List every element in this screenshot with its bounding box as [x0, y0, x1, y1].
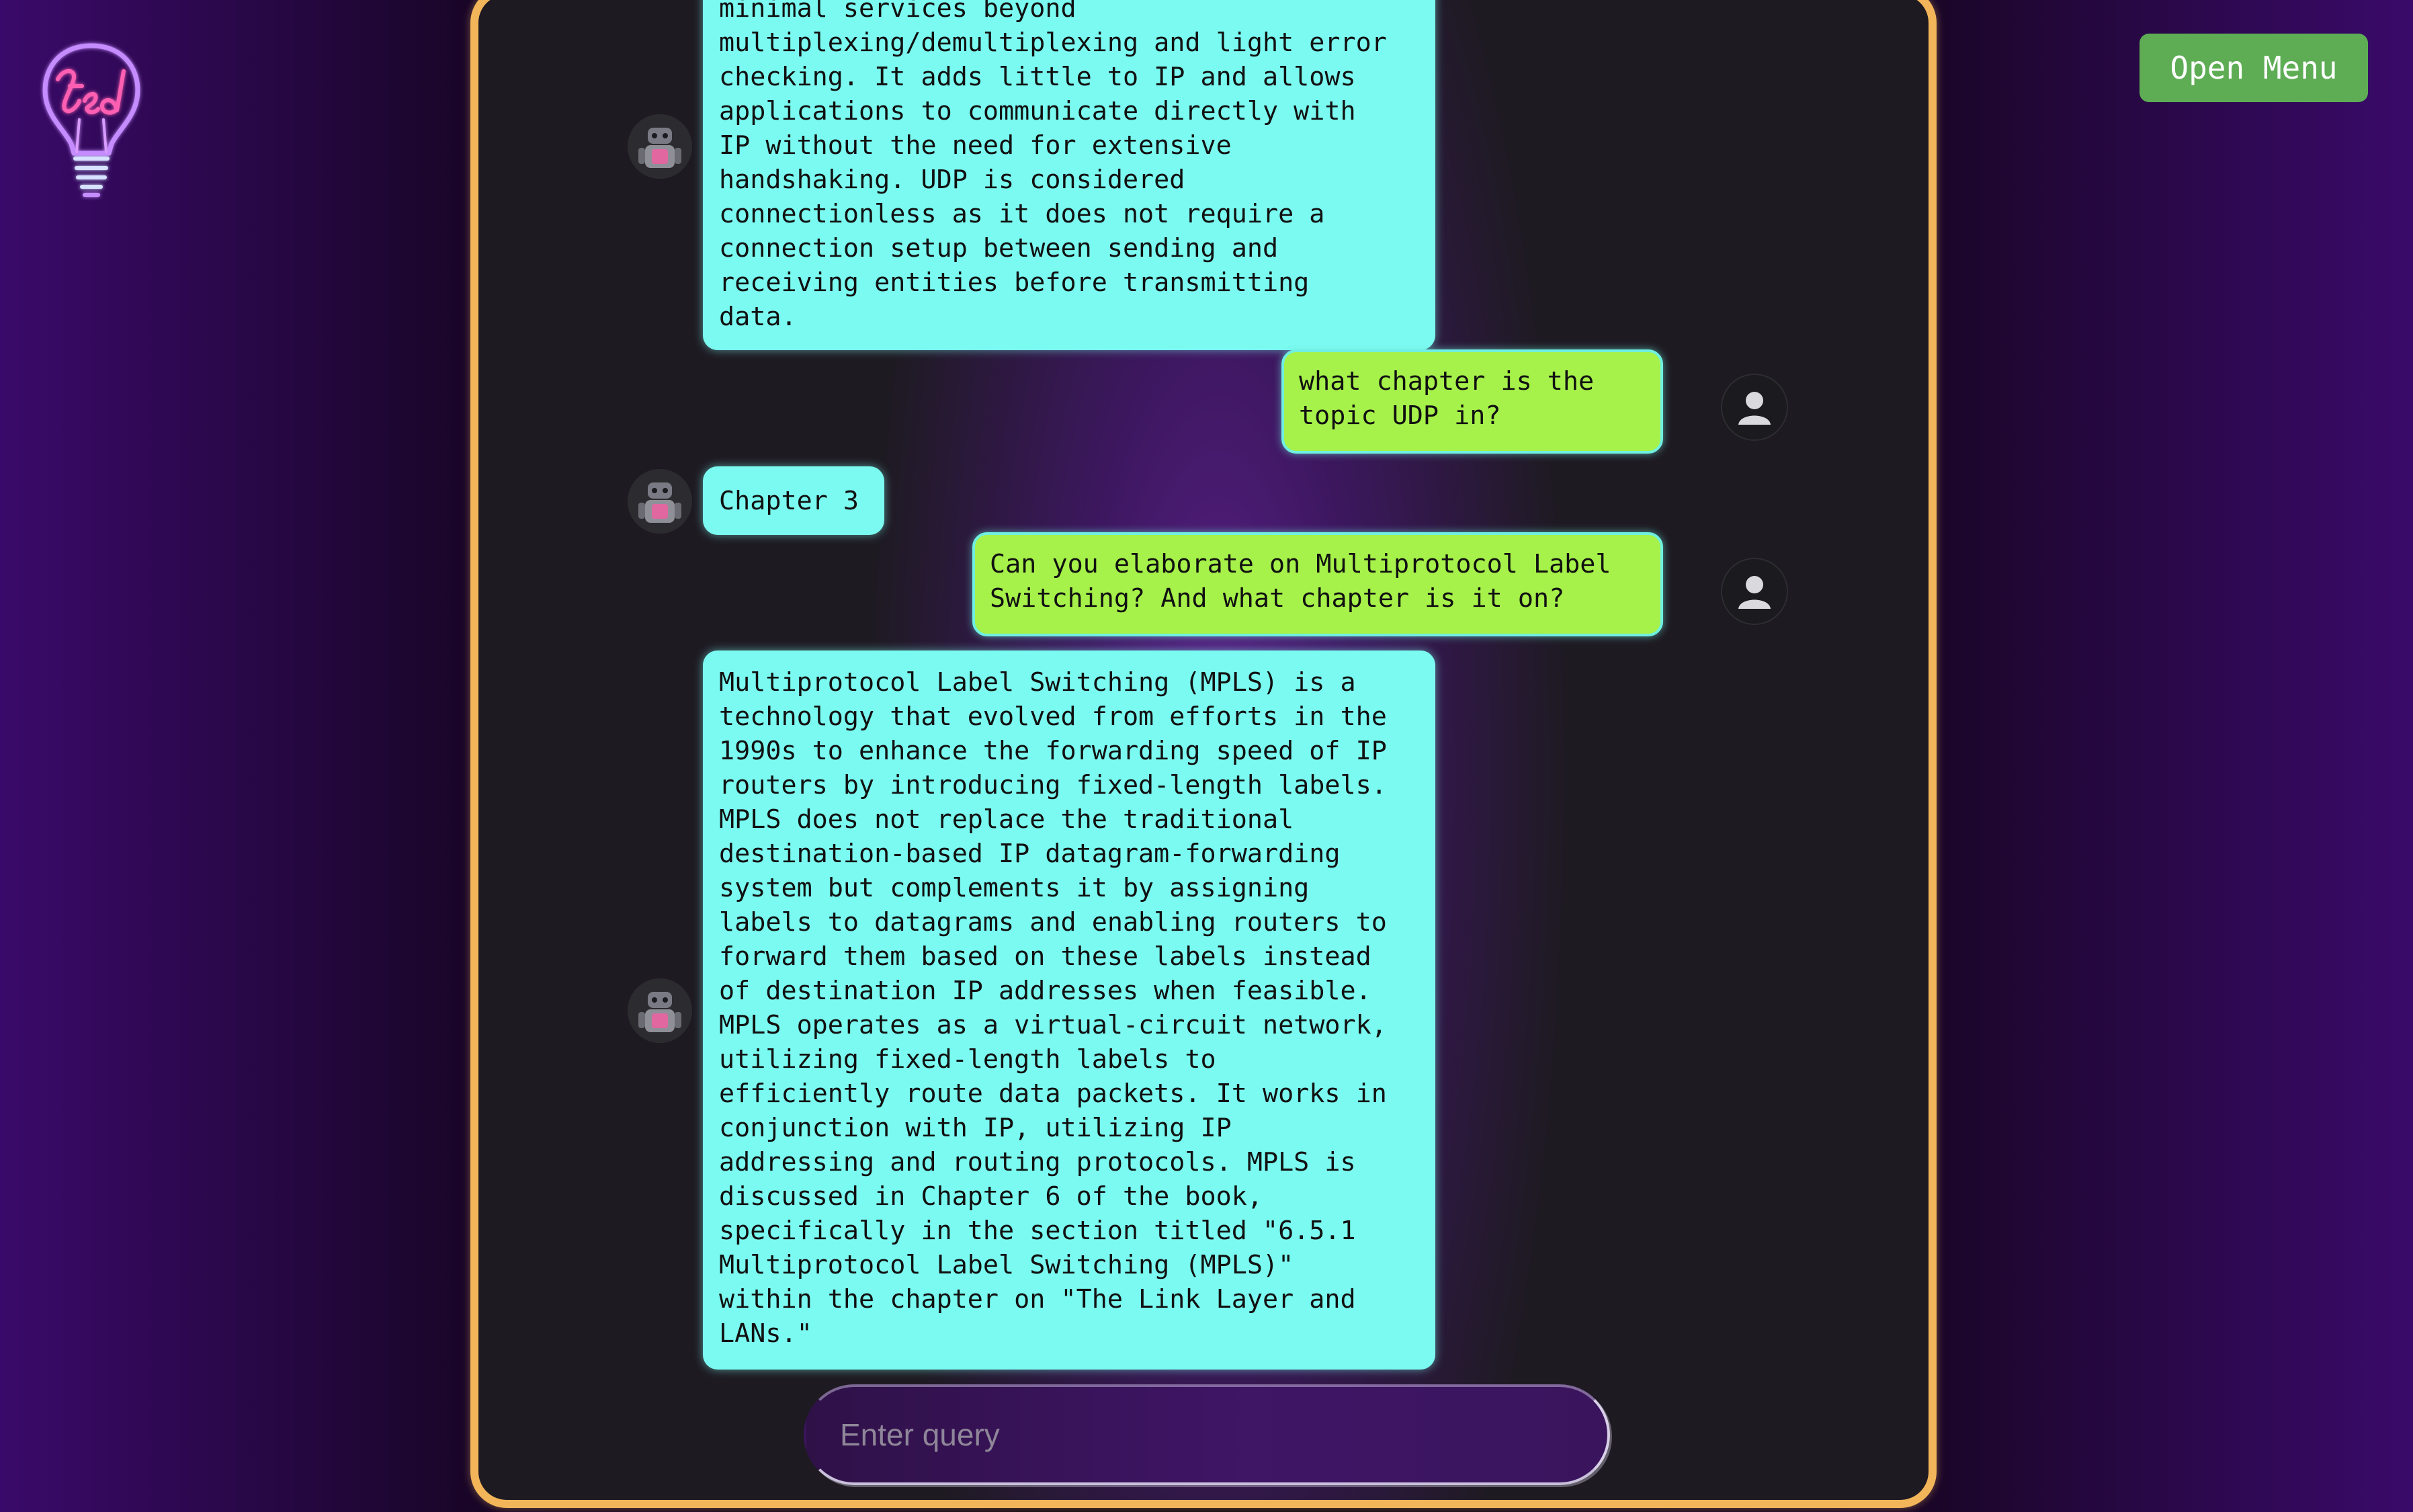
bot-message-bubble: minimal services beyond multiplexing/dem… [703, 0, 1435, 350]
user-icon [1722, 559, 1787, 624]
ted-neon-lightbulb-logo [38, 39, 145, 207]
open-menu-button[interactable]: Open Menu [2140, 34, 2368, 102]
user-icon [1722, 375, 1787, 439]
user-message-bubble: Can you elaborate on Multiprotocol Label… [972, 532, 1663, 636]
robot-icon [628, 469, 692, 534]
user-message-bubble: what chapter is the topic UDP in? [1281, 349, 1663, 454]
lightbulb-icon [42, 43, 140, 197]
query-input[interactable] [839, 1416, 1607, 1454]
bot-message-bubble: Multiprotocol Label Switching (MPLS) is … [703, 650, 1435, 1370]
bot-message-bubble: Chapter 3 [703, 466, 884, 535]
robot-icon [628, 114, 692, 179]
chat-panel: minimal services beyond multiplexing/dem… [470, 0, 1937, 1508]
robot-icon [628, 978, 692, 1043]
query-input-container [804, 1384, 1610, 1485]
